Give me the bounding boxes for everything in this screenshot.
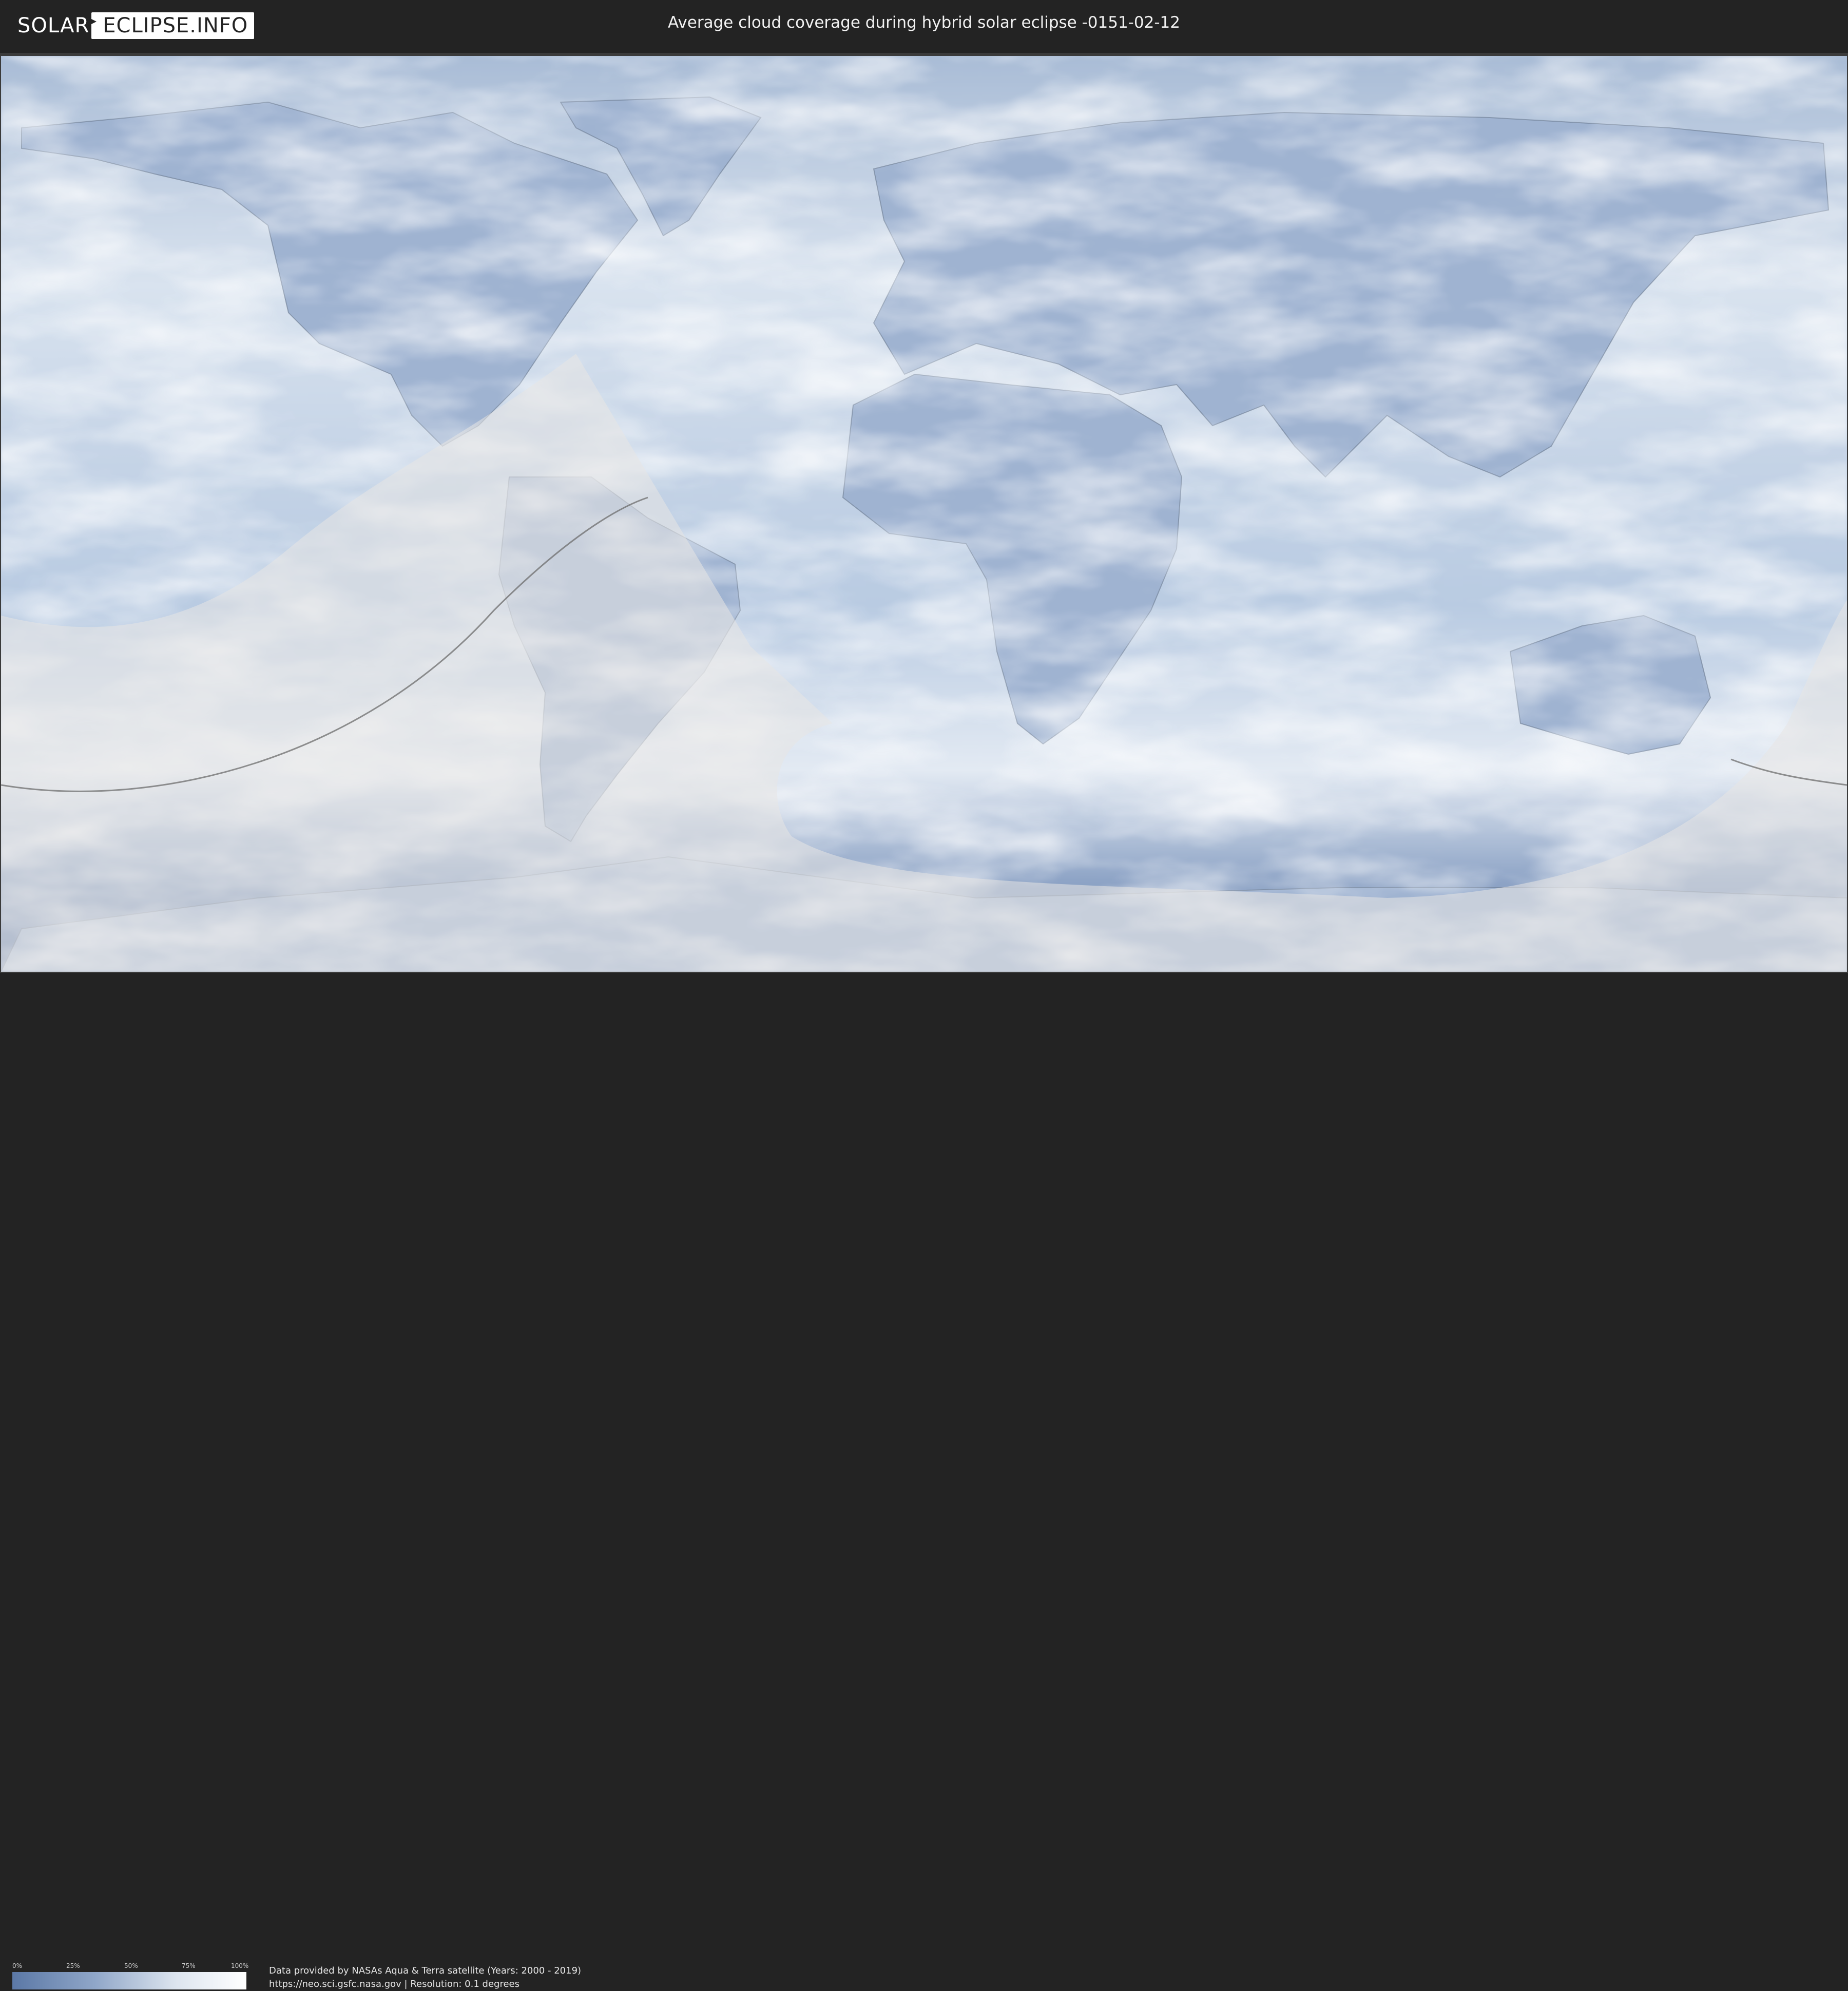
site-logo[interactable]: SOLAR ECLIPSE.INFO: [17, 12, 255, 39]
cloud-coverage-map[interactable]: [1, 56, 1847, 972]
logo-text-solar: SOLAR: [17, 14, 90, 37]
legend-color-bar: [12, 1972, 246, 1989]
data-credits: Data provided by NASAs Aqua & Terra sate…: [269, 1964, 581, 1991]
page-title: Average cloud coverage during hybrid sol…: [668, 13, 1180, 32]
credits-line-source: Data provided by NASAs Aqua & Terra sate…: [269, 1965, 582, 1976]
legend-tick-labels: 0% 25% 50% 75% 100%: [12, 1962, 249, 1970]
legend-tick-50: 50%: [124, 1962, 138, 1969]
legend-tick-0: 0%: [12, 1962, 23, 1969]
legend-tick-100: 100%: [231, 1962, 249, 1969]
header-bar: SOLAR ECLIPSE.INFO Average cloud coverag…: [0, 0, 1848, 51]
legend-tick-25: 25%: [66, 1962, 80, 1969]
footer-bar: 0% 25% 50% 75% 100% Data provided by NAS…: [0, 975, 1848, 1989]
logo-text-eclipse-info: ECLIPSE.INFO: [88, 12, 255, 39]
map-frame: [0, 53, 1848, 973]
credits-line-url: https://neo.sci.gsfc.nasa.gov | Resoluti…: [269, 1979, 519, 1989]
legend-tick-75: 75%: [182, 1962, 196, 1969]
